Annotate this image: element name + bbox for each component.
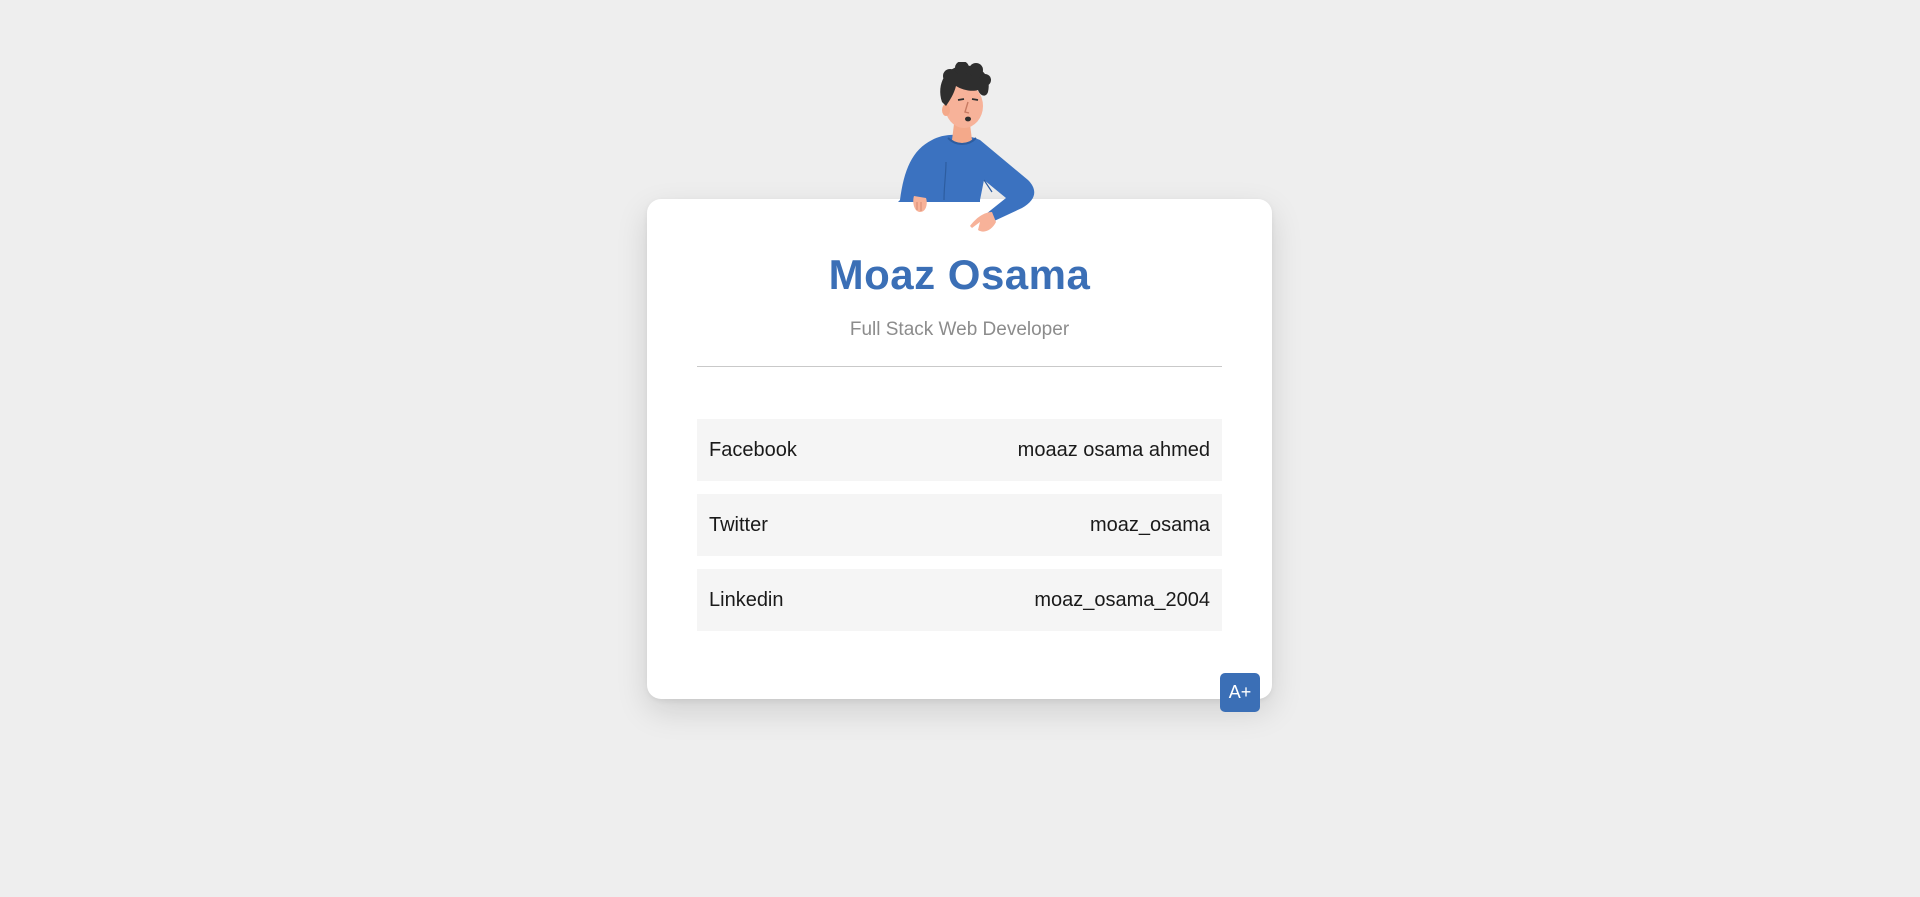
link-row-twitter[interactable]: Twitter moaz_osama xyxy=(697,494,1222,556)
page: Moaz Osama Full Stack Web Developer Face… xyxy=(0,0,1920,897)
link-value: moaz_osama_2004 xyxy=(1034,588,1210,611)
link-value: moaz_osama xyxy=(1089,513,1210,536)
link-row-linkedin[interactable]: Linkedin moaz_osama_2004 xyxy=(697,569,1222,631)
link-label: Twitter xyxy=(709,513,768,536)
social-links-list: Facebook moaaz osama ahmed Twitter moaz_… xyxy=(697,419,1222,644)
link-row-facebook[interactable]: Facebook moaaz osama ahmed xyxy=(697,419,1222,481)
person-illustration-icon xyxy=(898,62,1035,232)
link-value: moaaz osama ahmed xyxy=(1017,438,1210,461)
divider xyxy=(697,366,1222,367)
a-plus-button[interactable]: A+ xyxy=(1220,673,1260,712)
link-label: Linkedin xyxy=(709,588,784,611)
profile-title: Full Stack Web Developer xyxy=(849,319,1070,340)
link-label: Facebook xyxy=(709,438,797,461)
profile-card: Moaz Osama Full Stack Web Developer Face… xyxy=(647,199,1272,699)
profile-name: Moaz Osama xyxy=(828,251,1091,298)
